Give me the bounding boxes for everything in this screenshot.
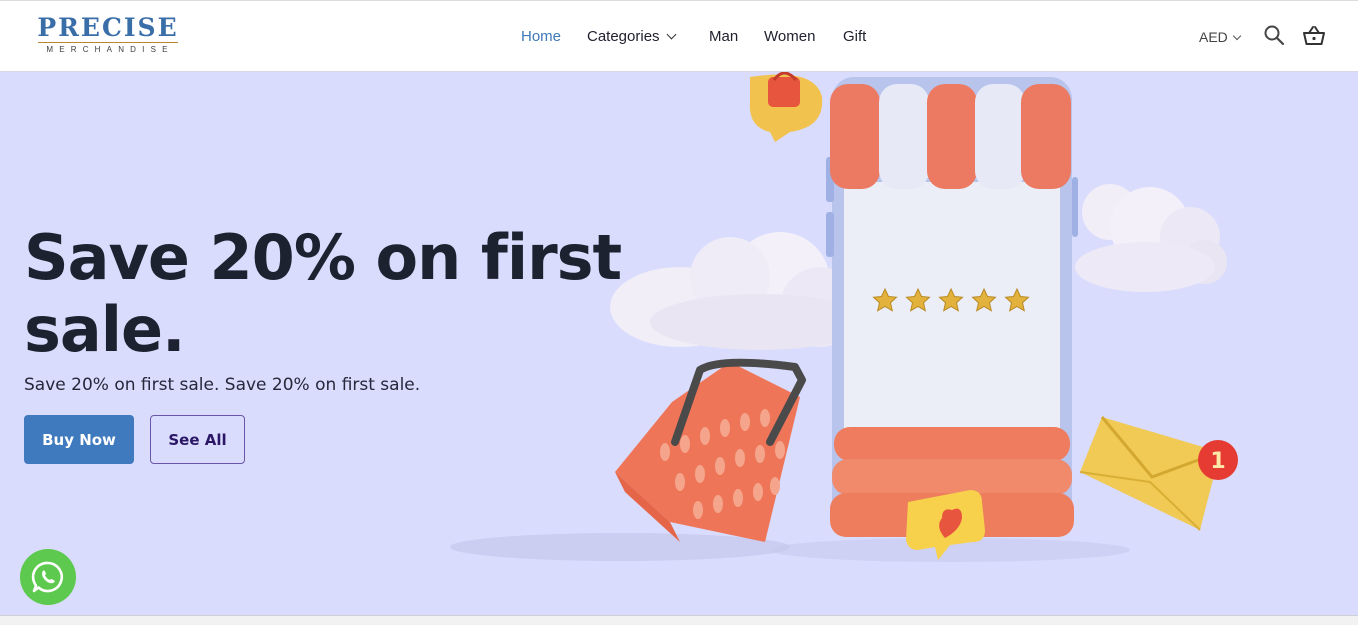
chevron-down-icon [1232,31,1242,41]
nav-item-women[interactable]: Women [764,27,815,47]
notification-badge: 1 [1198,440,1238,480]
whatsapp-button[interactable] [20,549,76,605]
nav-item-man[interactable]: Man [709,27,738,47]
shop-awning-icon [830,84,1071,189]
nav-item-categories[interactable]: Categories [587,27,676,47]
chevron-down-icon [666,29,676,40]
cloud-icon [1075,184,1227,292]
hero-illustration: 1 [450,72,1238,562]
site-header: PRECISE MERCHANDISE Home Categories Man … [0,0,1358,72]
whatsapp-icon [31,561,64,593]
hero-subtitle: Save 20% on first sale. Save 20% on firs… [24,375,421,395]
cart-button[interactable] [1301,23,1327,49]
basket-icon [1303,26,1325,45]
currency-label: AED [1199,29,1228,45]
hero-banner: Save 20% on first sale. Save 20% on firs… [0,72,1358,615]
buy-now-button[interactable]: Buy Now [24,415,134,464]
shopping-bag-bubble [749,72,823,142]
notification-count: 1 [1210,449,1225,474]
nav-item-categories-label: Categories [587,28,660,45]
shopping-basket-icon [615,358,806,542]
nav-item-gift[interactable]: Gift [843,27,866,47]
envelope-icon [1079,416,1221,531]
main-nav: Home Categories Man Women Gift [0,1,1358,73]
currency-selector[interactable]: AED [1199,27,1242,47]
search-icon [1264,25,1285,46]
section-divider [0,615,1358,625]
see-all-button[interactable]: See All [150,415,245,464]
nav-item-home[interactable]: Home [521,27,561,47]
search-button[interactable] [1262,23,1288,49]
